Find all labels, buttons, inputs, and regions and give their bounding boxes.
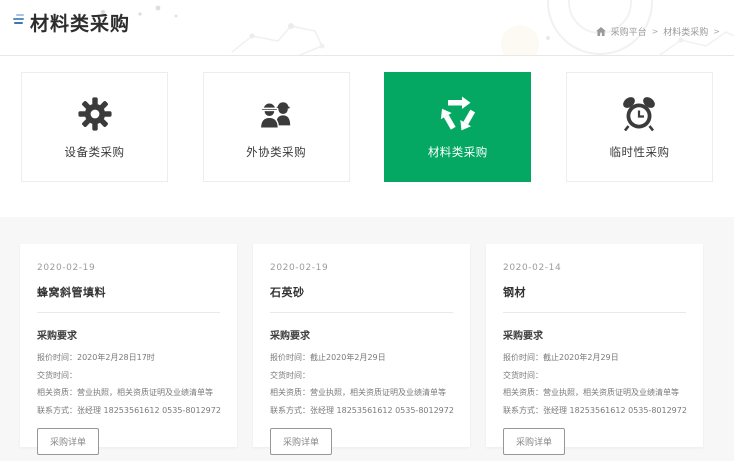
listing-card: 2020-02-19 蜂窝斜管填料 采购要求 报价时间：2020年2月28日17… [20, 244, 237, 447]
listing-card: 2020-02-14 钢材 采购要求 报价时间：截止2020年2月29日 交货时… [486, 244, 703, 447]
workers-icon [255, 95, 297, 133]
contact-info: 联系方式：张经理 18253561612 0535-8012972 [503, 402, 686, 420]
listing-card: 2020-02-19 石英砂 采购要求 报价时间：截止2020年2月29日 交货… [253, 244, 470, 447]
listing-date: 2020-02-14 [503, 263, 686, 273]
alarm-clock-icon [620, 95, 658, 133]
category-card-temporary[interactable]: 临时性采购 [566, 72, 713, 182]
detail-button[interactable]: 采购详单 [503, 428, 565, 455]
requirements-heading: 采购要求 [503, 327, 686, 342]
gear-icon [78, 95, 112, 133]
page-title: 材料类采购 [30, 9, 130, 36]
category-card-material[interactable]: 材料类采购 [384, 72, 531, 182]
breadcrumb-separator: > [652, 27, 659, 36]
listing-title: 钢材 [503, 284, 686, 300]
listings-section: 2020-02-19 蜂窝斜管填料 采购要求 报价时间：2020年2月28日17… [0, 217, 734, 461]
category-label: 外协类采购 [246, 144, 306, 160]
qualifications: 相关资质：营业执照，相关资质证明及业绩清单等 [37, 384, 220, 402]
requirements-heading: 采购要求 [37, 327, 220, 342]
listing-date: 2020-02-19 [37, 263, 220, 273]
divider [37, 312, 220, 313]
recycle-icon [438, 95, 478, 133]
listing-title: 蜂窝斜管填料 [37, 284, 220, 300]
delivery-time: 交货时间： [503, 367, 686, 385]
page-header: 材料类采购 采购平台 > 材料类采购 > [0, 0, 734, 56]
category-label: 临时性采购 [609, 144, 669, 160]
page: 材料类采购 采购平台 > 材料类采购 > [0, 0, 734, 461]
home-icon[interactable] [596, 27, 606, 36]
detail-button[interactable]: 采购详单 [270, 428, 332, 455]
divider [270, 312, 453, 313]
category-label: 材料类采购 [428, 144, 488, 160]
delivery-time: 交货时间： [37, 367, 220, 385]
quote-deadline: 报价时间：截止2020年2月29日 [503, 349, 686, 367]
quote-deadline: 报价时间：2020年2月28日17时 [37, 349, 220, 367]
requirements-heading: 采购要求 [270, 327, 453, 342]
listing-date: 2020-02-19 [270, 263, 453, 273]
title-marker-icon [13, 14, 24, 26]
category-card-outsourcing[interactable]: 外协类采购 [203, 72, 350, 182]
divider [503, 312, 686, 313]
delivery-time: 交货时间： [270, 367, 453, 385]
category-tabs: 设备类采购 [0, 56, 734, 217]
quote-deadline: 报价时间：截止2020年2月29日 [270, 349, 453, 367]
breadcrumb-separator: > [713, 27, 720, 36]
contact-info: 联系方式：张经理 18253561612 0535-8012972 [270, 402, 453, 420]
detail-button[interactable]: 采购详单 [37, 428, 99, 455]
qualifications: 相关资质：营业执照，相关资质证明及业绩清单等 [270, 384, 453, 402]
category-label: 设备类采购 [65, 144, 125, 160]
qualifications: 相关资质：营业执照，相关资质证明及业绩清单等 [503, 384, 686, 402]
breadcrumb-home-link[interactable]: 采购平台 [611, 25, 647, 38]
breadcrumb: 采购平台 > 材料类采购 > [596, 25, 720, 38]
breadcrumb-current-link[interactable]: 材料类采购 [663, 25, 708, 38]
category-card-equipment[interactable]: 设备类采购 [21, 72, 168, 182]
listing-title: 石英砂 [270, 284, 453, 300]
contact-info: 联系方式：张经理 18253561612 0535-8012972 [37, 402, 220, 420]
